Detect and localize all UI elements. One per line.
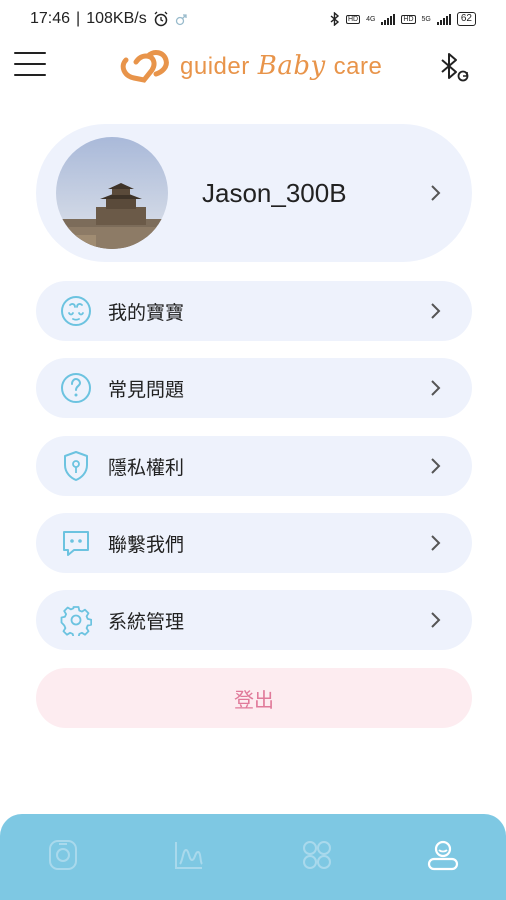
- heart-logo-icon: [120, 50, 169, 83]
- app-logo: guider Baby care: [118, 44, 382, 88]
- logo-word-baby: Baby: [257, 51, 326, 81]
- bottom-tab-bar: [0, 814, 506, 900]
- network-type-1: 4G: [366, 15, 376, 23]
- network-type-2: 5G: [421, 15, 431, 23]
- chevron-right-icon: [431, 185, 441, 201]
- status-speed: 108KB/s: [86, 10, 147, 27]
- menu-item-system[interactable]: 系統管理: [36, 590, 472, 650]
- app-bar: guider Baby care: [0, 38, 506, 94]
- gear-icon: [60, 606, 92, 636]
- bluetooth-status-icon: [330, 12, 340, 26]
- logout-button[interactable]: 登出: [36, 668, 472, 728]
- menu-item-contact[interactable]: 聯繫我們: [36, 513, 472, 573]
- question-icon: [61, 373, 91, 403]
- hamburger-menu-icon[interactable]: [14, 52, 46, 78]
- signal-icon-2: [436, 13, 451, 25]
- device-icon[interactable]: [46, 838, 80, 872]
- battery-indicator: 62: [456, 12, 476, 26]
- chevron-right-icon: [431, 458, 441, 474]
- apps-icon[interactable]: [300, 838, 334, 872]
- hd-badge-icon: HD: [345, 14, 361, 24]
- menu-item-label: 我的寶寶: [108, 301, 185, 324]
- chat-icon: [63, 531, 89, 556]
- status-bar: 17:46 | 108KB/s HD 4G HD 5G 62: [0, 0, 506, 38]
- menu-item-label: 隱私權利: [108, 456, 185, 479]
- logo-word-guider: guider: [180, 53, 250, 80]
- chart-icon[interactable]: [172, 838, 206, 872]
- status-time: 17:46: [30, 10, 71, 27]
- hd-badge-icon-2: HD: [401, 14, 416, 24]
- chevron-right-icon: [431, 612, 441, 628]
- male-symbol-icon: [175, 14, 187, 26]
- signal-icon-1: [381, 13, 396, 25]
- menu-item-my-baby[interactable]: 我的寶寶: [36, 281, 472, 341]
- chevron-right-icon: [431, 535, 441, 551]
- logo-word-care: care: [333, 53, 383, 80]
- menu-item-label: 常見問題: [108, 378, 185, 401]
- menu-item-label: 系統管理: [108, 610, 185, 633]
- alarm-icon: [154, 11, 168, 27]
- bluetooth-refresh-icon[interactable]: [436, 50, 472, 86]
- menu-item-privacy[interactable]: 隱私權利: [36, 436, 472, 496]
- profile-icon[interactable]: [426, 838, 460, 872]
- profile-card[interactable]: Jason_300B: [36, 124, 472, 262]
- menu-item-label: 聯繫我們: [108, 533, 185, 556]
- profile-name: Jason_300B: [202, 177, 347, 208]
- privacy-shield-icon: [64, 451, 88, 481]
- avatar: [56, 137, 168, 249]
- chevron-right-icon: [431, 303, 441, 319]
- baby-face-icon: [61, 296, 91, 326]
- menu-item-faq[interactable]: 常見問題: [36, 358, 472, 418]
- chevron-right-icon: [431, 380, 441, 396]
